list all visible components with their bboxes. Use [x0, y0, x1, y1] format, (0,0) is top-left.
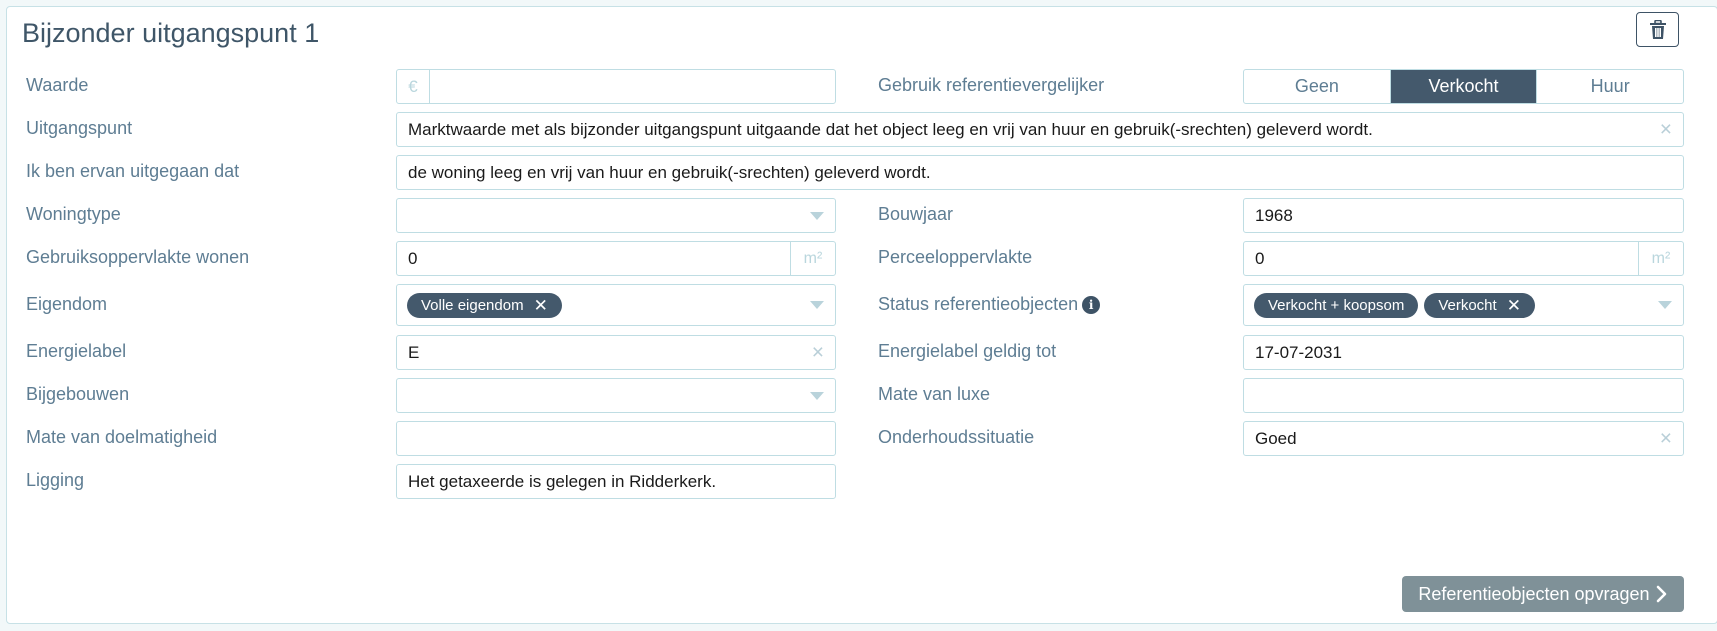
onderhoud-select[interactable]: Goed × — [1243, 421, 1684, 456]
ervan-uitgegaan-input[interactable]: de woning leeg en vrij van huur en gebru… — [396, 155, 1684, 190]
tag-label: Verkocht + koopsom — [1268, 296, 1405, 314]
chevron-right-icon — [1656, 585, 1666, 603]
tag-verkocht-koopsom: Verkocht + koopsom — [1254, 292, 1419, 318]
clear-icon[interactable]: × — [812, 342, 824, 363]
energielabel-label: Energielabel — [26, 341, 127, 361]
caret-down-icon — [1658, 301, 1672, 309]
unit-suffix: m² — [1638, 242, 1683, 275]
caret-down-icon — [810, 211, 824, 220]
gebruiksoppervlakte-input[interactable]: 0 m² — [396, 241, 836, 276]
onderhoud-value: Goed — [1255, 428, 1297, 448]
page-title: Bijzonder uitgangspunt 1 — [22, 18, 320, 48]
ligging-value: Het getaxeerde is gelegen in Ridderkerk. — [408, 471, 717, 491]
energielabel-geldig-value: 17-07-2031 — [1255, 342, 1342, 362]
info-icon[interactable]: i — [1082, 296, 1101, 315]
energielabel-geldig-label: Energielabel geldig tot — [878, 341, 1057, 361]
ligging-input[interactable]: Het getaxeerde is gelegen in Ridderkerk. — [396, 464, 836, 499]
request-reference-objects-button[interactable]: Referentieobjecten opvragen — [1402, 576, 1684, 612]
tag-label: Volle eigendom — [421, 296, 524, 314]
bouwjaar-input[interactable]: 1968 — [1243, 198, 1684, 233]
euro-prefix: € — [397, 70, 430, 103]
referentie-toggle: Geen Verkocht Huur — [1243, 69, 1684, 104]
mate-luxe-label: Mate van luxe — [878, 384, 991, 404]
eigendom-label: Eigendom — [26, 294, 108, 314]
woningtype-label: Woningtype — [26, 204, 121, 224]
woningtype-select[interactable] — [396, 198, 836, 233]
referentie-option-geen[interactable]: Geen — [1244, 70, 1391, 103]
ligging-label: Ligging — [26, 470, 85, 490]
uitgangspunt-select[interactable]: Marktwaarde met als bijzonder uitgangspu… — [396, 112, 1684, 147]
energielabel-geldig-input[interactable]: 17-07-2031 — [1243, 335, 1684, 370]
perceeloppervlakte-input[interactable]: 0 m² — [1243, 241, 1684, 276]
status-referentie-multiselect[interactable]: Verkocht + koopsom Verkocht ✕ — [1243, 284, 1684, 326]
bouwjaar-label: Bouwjaar — [878, 204, 954, 224]
bijgebouwen-select[interactable] — [396, 378, 836, 413]
tag-label: Verkocht — [1438, 296, 1497, 314]
remove-tag-icon[interactable]: ✕ — [1507, 297, 1521, 314]
uitgangspunt-value: Marktwaarde met als bijzonder uitgangspu… — [408, 119, 1373, 139]
mate-doelmatigheid-label: Mate van doelmatigheid — [26, 427, 218, 447]
mate-luxe-input[interactable] — [1243, 378, 1684, 413]
referentie-option-huur[interactable]: Huur — [1537, 70, 1683, 103]
onderhoud-label: Onderhoudssituatie — [878, 427, 1035, 447]
trash-icon — [1649, 19, 1666, 39]
submit-label: Referentieobjecten opvragen — [1418, 583, 1650, 604]
status-referentie-label: Status referentieobjecten i — [878, 294, 1101, 315]
waarde-label: Waarde — [26, 75, 89, 95]
ervan-uitgegaan-label: Ik ben ervan uitgegaan dat — [26, 161, 240, 181]
uitgangspunt-label: Uitgangspunt — [26, 118, 133, 138]
mate-doelmatigheid-input[interactable] — [396, 421, 836, 456]
bijgebouwen-label: Bijgebouwen — [26, 384, 130, 404]
clear-icon[interactable]: × — [1660, 119, 1672, 140]
caret-down-icon — [810, 301, 824, 309]
unit-suffix: m² — [790, 242, 835, 275]
remove-tag-icon[interactable]: ✕ — [534, 297, 548, 314]
eigendom-multiselect[interactable]: Volle eigendom ✕ — [396, 284, 836, 326]
gebruiksoppervlakte-value: 0 — [408, 248, 418, 268]
clear-icon[interactable]: × — [1660, 428, 1672, 449]
tag-verkocht: Verkocht ✕ — [1424, 292, 1535, 318]
referentie-label: Gebruik referentievergelijker — [878, 75, 1105, 95]
referentie-option-verkocht[interactable]: Verkocht — [1390, 70, 1538, 103]
energielabel-select[interactable]: E × — [396, 335, 836, 370]
gebruiksoppervlakte-label: Gebruiksoppervlakte wonen — [26, 247, 250, 267]
caret-down-icon — [810, 391, 824, 400]
bouwjaar-value: 1968 — [1255, 205, 1293, 225]
ervan-uitgegaan-value: de woning leeg en vrij van huur en gebru… — [408, 162, 931, 182]
perceeloppervlakte-value: 0 — [1255, 248, 1265, 268]
delete-button[interactable] — [1636, 12, 1679, 47]
energielabel-value: E — [408, 342, 420, 362]
waarde-input[interactable]: € — [396, 69, 836, 104]
tag-volle-eigendom: Volle eigendom ✕ — [407, 292, 562, 318]
perceeloppervlakte-label: Perceeloppervlakte — [878, 247, 1033, 267]
